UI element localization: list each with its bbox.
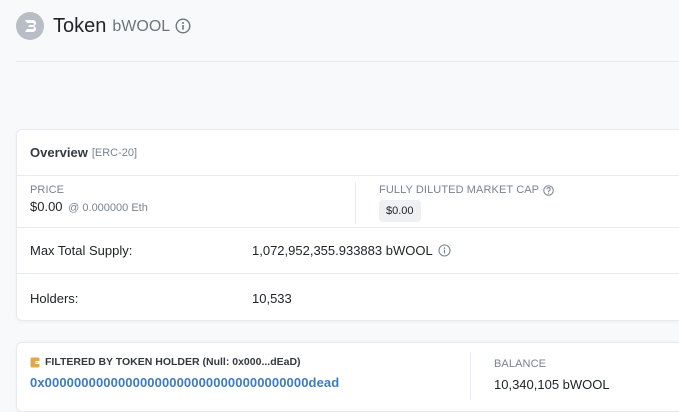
holders-value: 10,533 <box>252 290 292 306</box>
token-standard-label: [ERC-20] <box>91 146 138 159</box>
max-supply-value: 1,072,952,355.933883 bWOOL <box>252 243 433 258</box>
max-supply-label: Max Total Supply: <box>30 243 133 258</box>
price-label: PRICE <box>30 184 65 196</box>
holder-filter-card: FILTERED BY TOKEN HOLDER (Null: 0x000...… <box>16 342 679 412</box>
price-row: PRICE $0.00 @ 0.000000 Eth FULLY DILUTED… <box>17 177 679 228</box>
holder-filter-section: FILTERED BY TOKEN HOLDER (Null: 0x000...… <box>30 356 339 390</box>
overview-card-header: Overview [ERC-20] <box>17 130 679 176</box>
price-value: $0.00 <box>30 199 63 214</box>
bscscan-logo-icon <box>16 12 44 40</box>
balance-value: 10,340,105 bWOOL <box>494 377 610 392</box>
price-eth: @ 0.000000 Eth <box>68 202 148 214</box>
holder-filter-label: FILTERED BY TOKEN HOLDER (Null: 0x000...… <box>45 356 301 368</box>
question-circle-icon[interactable] <box>543 184 554 196</box>
page-title: Token <box>53 15 107 37</box>
price-value-line: $0.00 @ 0.000000 Eth <box>30 199 148 214</box>
market-cap-value: $0.00 <box>379 200 421 222</box>
overview-title: Overview <box>30 145 88 160</box>
balance-section: BALANCE 10,340,105 bWOOL <box>494 358 610 392</box>
header-divider <box>16 61 679 62</box>
max-supply-value-wrap: 1,072,952,355.933883 bWOOL <box>252 243 451 258</box>
wallet-icon <box>30 357 40 368</box>
page-header: Token bWOOL <box>16 12 191 40</box>
holder-filter-label-row: FILTERED BY TOKEN HOLDER (Null: 0x000...… <box>30 356 339 368</box>
market-cap-section: FULLY DILUTED MARKET CAP $0.00 <box>379 184 554 222</box>
token-symbol: bWOOL <box>112 18 171 35</box>
balance-label: BALANCE <box>494 358 547 370</box>
filter-divider <box>470 353 471 399</box>
holders-label: Holders: <box>30 290 79 306</box>
price-divider <box>355 182 356 224</box>
holder-address-link[interactable]: 0x000000000000000000000000000000000000de… <box>30 375 339 390</box>
info-circle-icon[interactable] <box>175 18 191 34</box>
market-cap-label-row: FULLY DILUTED MARKET CAP <box>379 184 554 196</box>
overview-card: Overview [ERC-20] PRICE $0.00 @ 0.000000… <box>16 129 679 321</box>
holders-row: Holders: 10,533 <box>17 275 679 321</box>
max-supply-row: Max Total Supply: 1,072,952,355.933883 b… <box>17 228 679 274</box>
info-circle-icon[interactable] <box>438 244 451 257</box>
price-section: PRICE $0.00 @ 0.000000 Eth <box>30 184 148 214</box>
market-cap-label: FULLY DILUTED MARKET CAP <box>379 184 540 196</box>
